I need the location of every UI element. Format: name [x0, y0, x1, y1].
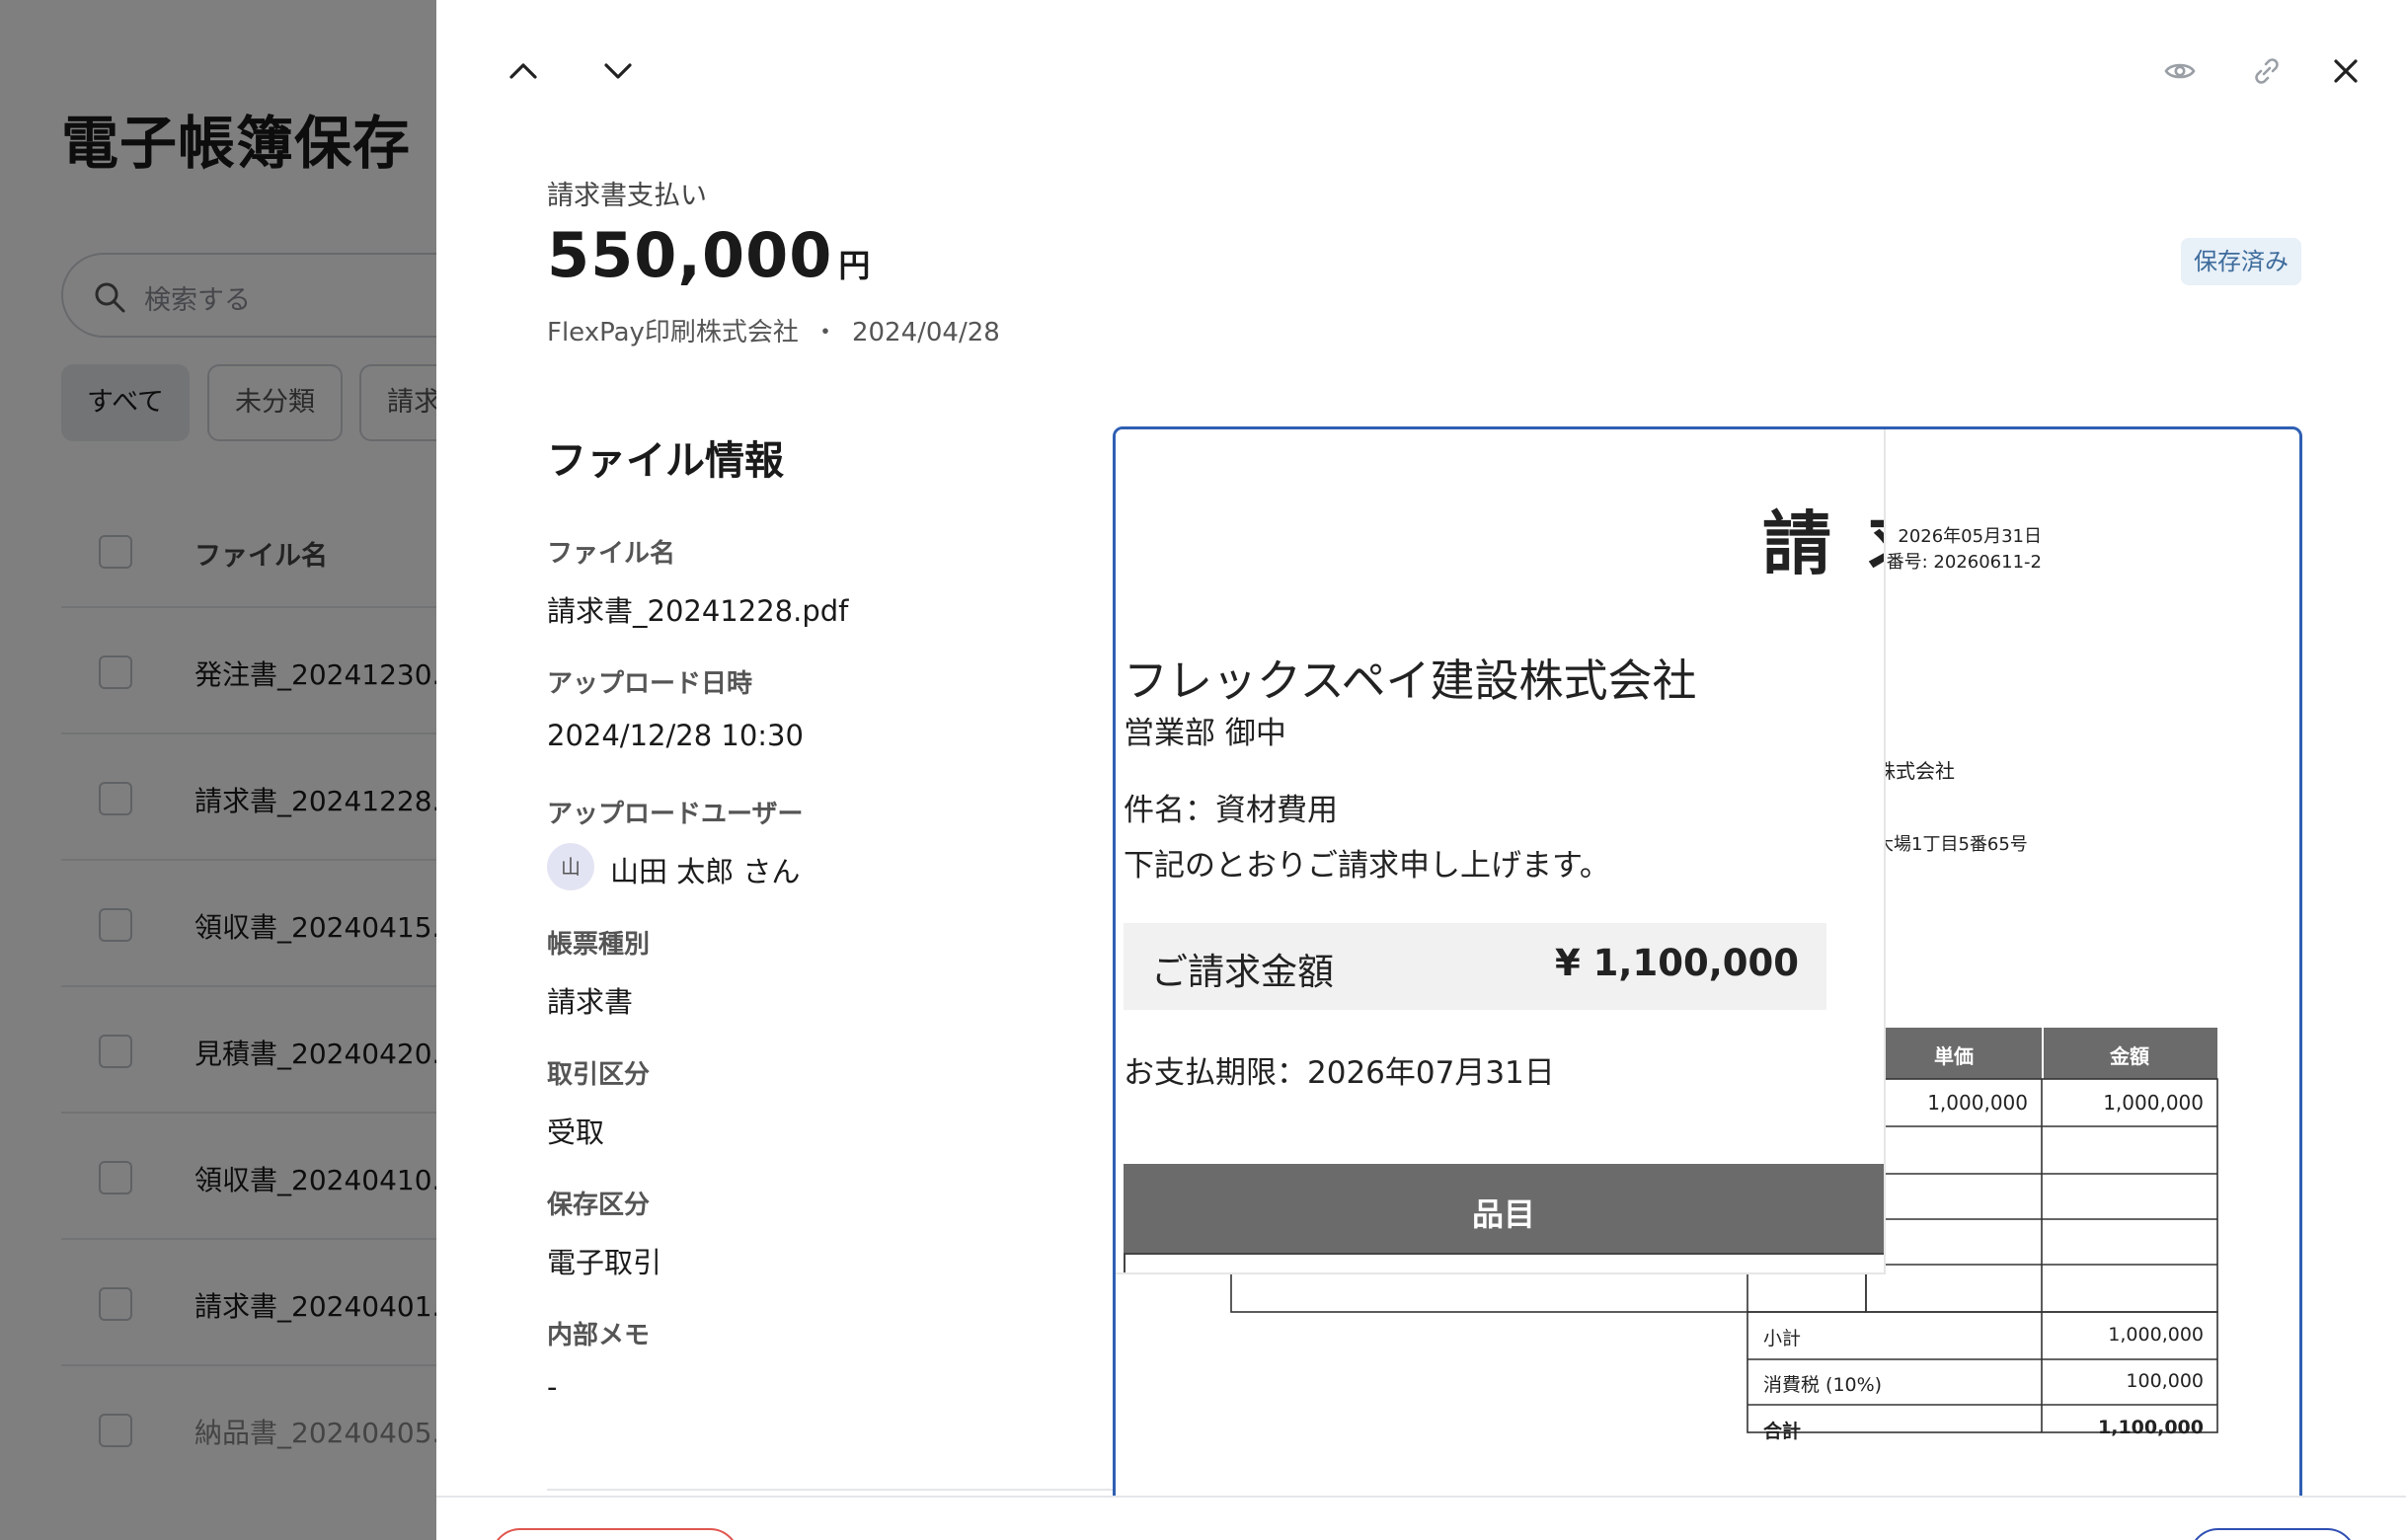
transaction-date: 2024/04/28	[851, 318, 1000, 347]
status-badge: 保存済み	[2181, 238, 2301, 285]
upload-user-label: アップロードユーザー	[547, 800, 804, 829]
invoice-title-partial: 請 求	[1762, 503, 1884, 584]
file-name-value: 請求書_20241228.pdf	[547, 594, 849, 628]
upload-datetime-label: アップロード日時	[547, 669, 753, 699]
link-icon	[2255, 58, 2279, 84]
avatar: 山	[547, 843, 594, 890]
total-label: 合計	[1763, 1421, 1802, 1442]
upload-datetime-value: 2024/12/28 10:30	[547, 719, 804, 752]
next-button[interactable]	[596, 49, 640, 93]
transaction-type-label: 請求書支払い	[547, 181, 707, 211]
vendor-date-line: FlexPay印刷株式会社・ 2024/04/28	[547, 312, 1000, 348]
invoice-subject: 件名：資材費用	[1124, 793, 1338, 828]
drawer-footer	[436, 1496, 2406, 1540]
item-row-edge	[1124, 1253, 1884, 1272]
col-item: 品目	[1471, 1195, 1535, 1233]
amount-value: 550,000	[547, 219, 833, 291]
vendor-name: FlexPay印刷株式会社	[547, 318, 799, 347]
close-icon	[2334, 59, 2358, 83]
previous-button[interactable]	[502, 49, 545, 93]
subtotal-value: 1,000,000	[2108, 1324, 2204, 1346]
detail-drawer: 請求書支払い 550,000 円 FlexPay印刷株式会社・ 2024/04/28…	[436, 0, 2406, 1540]
transaction-category-label: 取引区分	[547, 1060, 651, 1090]
billing-amount-label: ご請求金額	[1151, 951, 1334, 993]
doc-type-value: 請求書	[547, 985, 634, 1019]
chevron-down-icon	[604, 63, 632, 79]
primary-action-button[interactable]	[2189, 1528, 2357, 1540]
recipient-name: フレックスペイ建設株式会社	[1124, 654, 1697, 707]
upload-user-value: 山田 太郎 さん	[610, 855, 801, 888]
chevron-up-icon	[509, 63, 537, 79]
tax-label: 消費税 (10%)	[1763, 1374, 1883, 1396]
file-info-title: ファイル情報	[547, 438, 784, 484]
close-button[interactable]	[2326, 51, 2366, 91]
invoice-intro: 下記のとおりご請求申し上げます。	[1124, 848, 1610, 884]
document-preview[interactable]: 2026年05月31日 請求書番号: 20260611-2 株式会社 大場1丁目…	[1113, 426, 2302, 1540]
internal-memo-label: 内部メモ	[547, 1321, 651, 1350]
internal-memo-value: -	[547, 1370, 558, 1404]
invoice-page-front: 請 求 フレックスペイ建設株式会社 営業部 御中 件名：資材費用 下記のとおりご…	[1116, 429, 1886, 1274]
row1-amount: 1,000,000	[2103, 1091, 2204, 1115]
storage-category-value: 電子取引	[547, 1246, 662, 1279]
amount-display: 550,000 円	[547, 219, 871, 291]
copy-link-button[interactable]	[2247, 51, 2287, 91]
storage-category-label: 保存区分	[547, 1191, 651, 1220]
transaction-category-value: 受取	[547, 1116, 605, 1149]
delete-button[interactable]	[491, 1528, 739, 1540]
row1-unit-price: 1,000,000	[1927, 1091, 2028, 1115]
file-name-label: ファイル名	[547, 539, 676, 569]
recipient-department: 営業部 御中	[1124, 716, 1286, 751]
subtotal-label: 小計	[1763, 1328, 1802, 1349]
preview-button[interactable]	[2160, 51, 2200, 91]
payment-due: お支払期限：2026年07月31日	[1124, 1055, 1555, 1091]
meta-separator: ・	[812, 318, 838, 347]
total-value: 1,100,000	[2098, 1417, 2204, 1438]
tax-value: 100,000	[2126, 1370, 2204, 1392]
eye-icon	[2164, 63, 2196, 79]
currency-unit: 円	[838, 247, 872, 284]
billing-amount-value: ¥ 1,100,000	[1555, 942, 1799, 984]
doc-type-label: 帳票種別	[547, 930, 651, 960]
